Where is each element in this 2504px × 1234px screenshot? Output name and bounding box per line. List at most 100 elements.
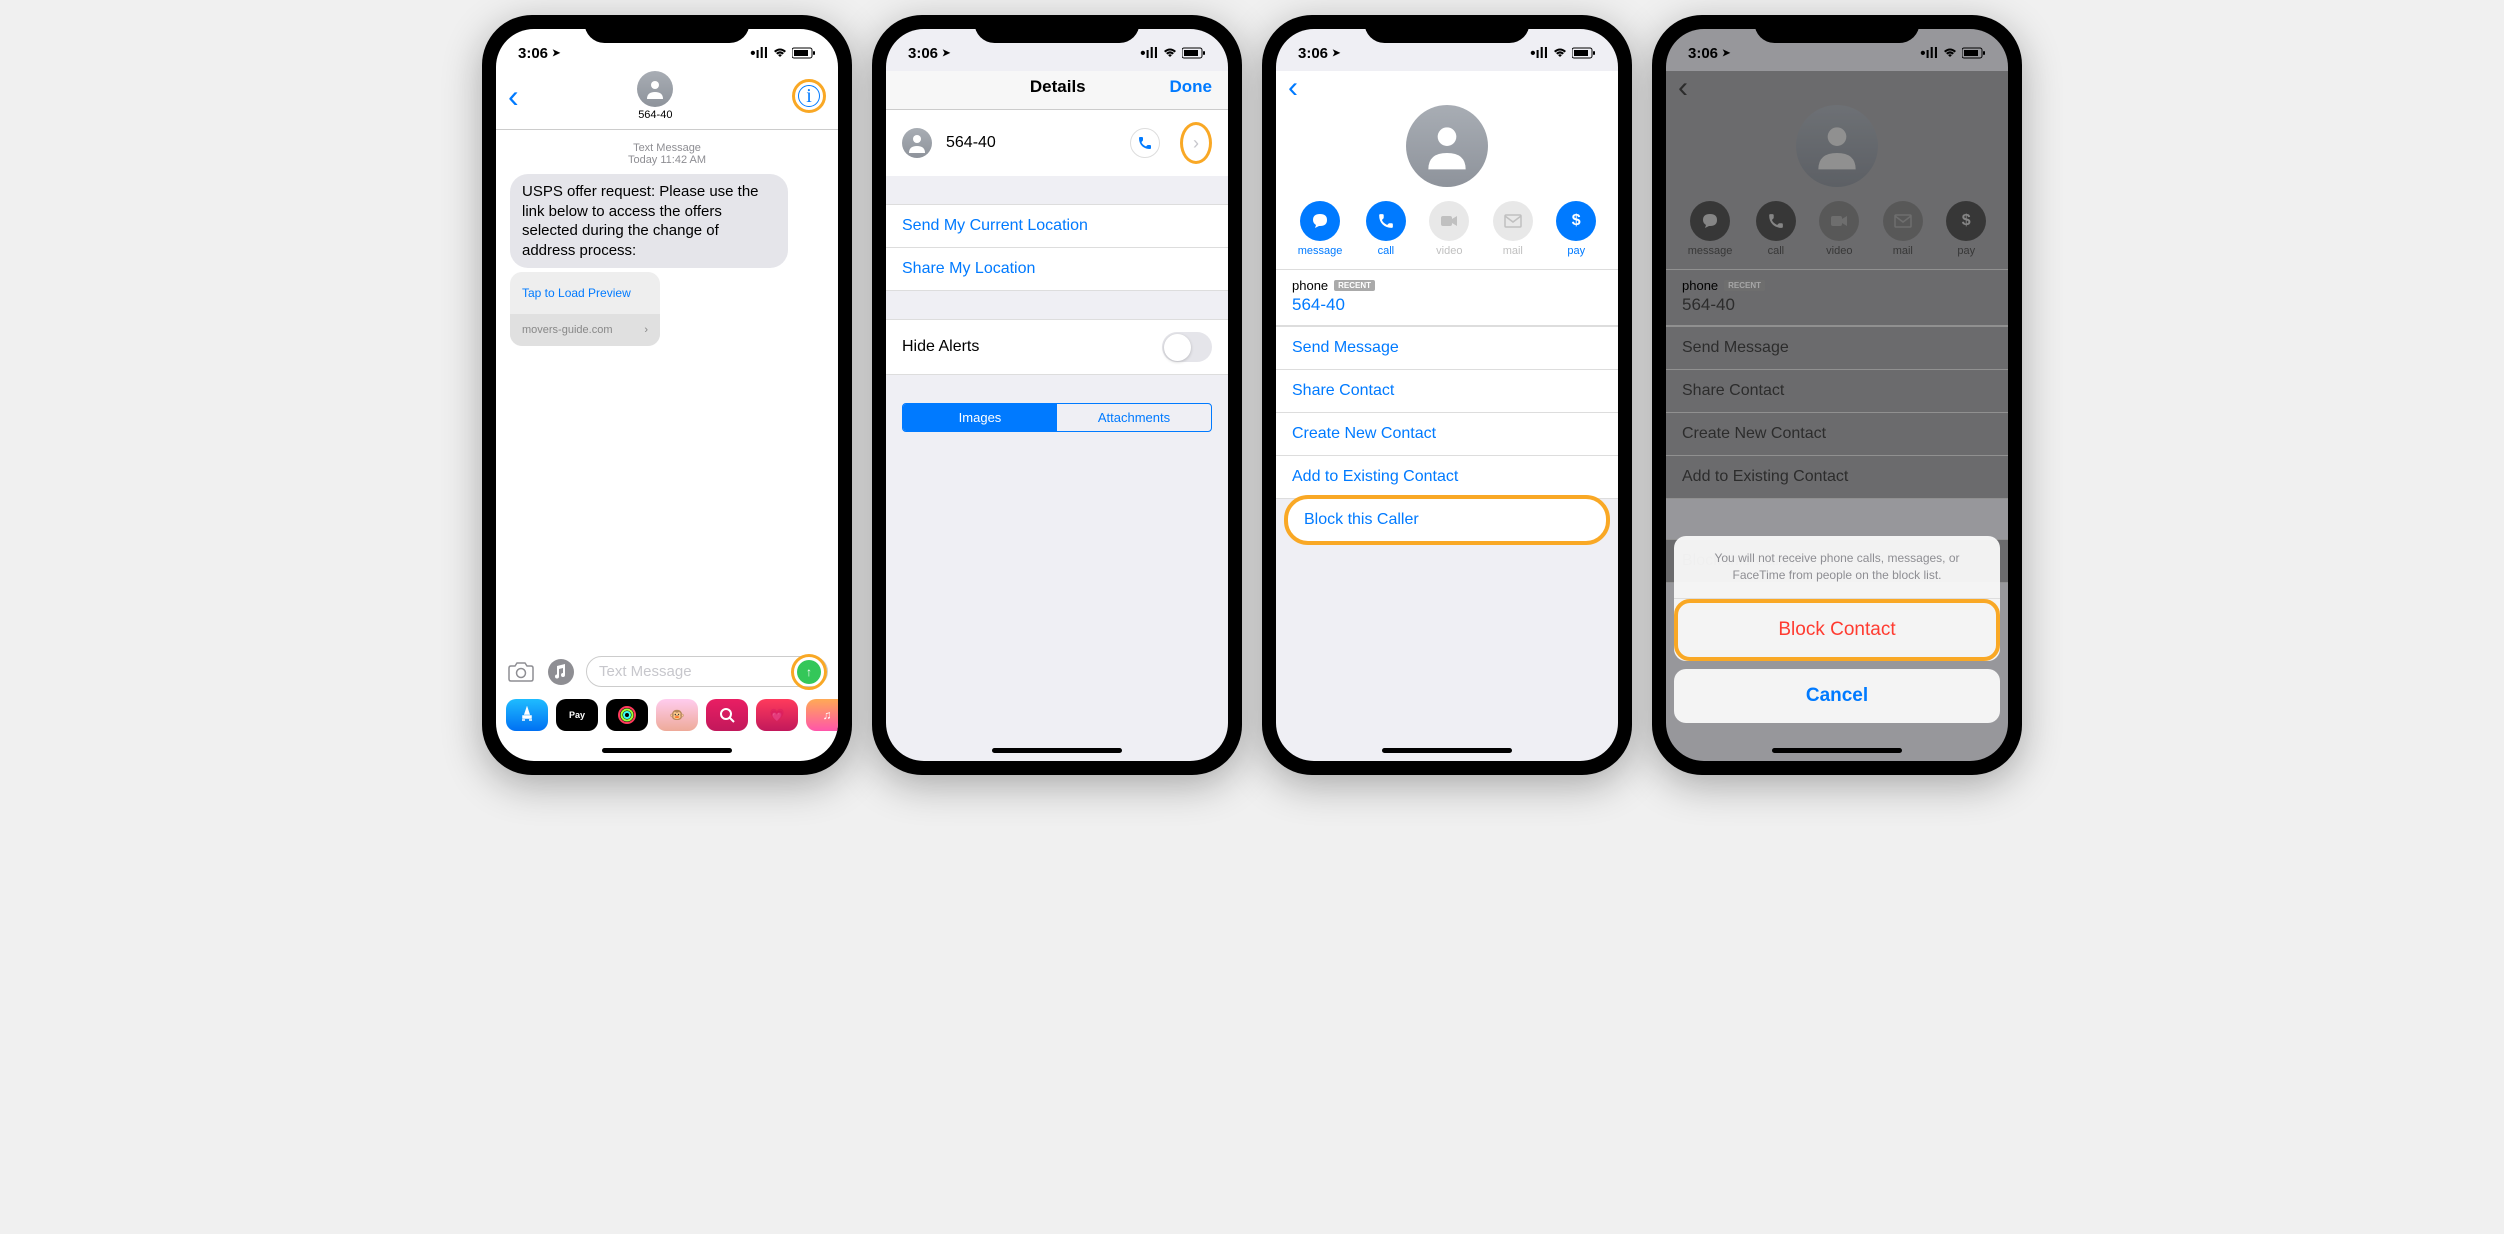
recent-badge: RECENT [1334, 280, 1375, 291]
create-contact-button[interactable]: Create New Contact [1276, 412, 1618, 455]
battery-icon [792, 47, 816, 59]
contact-avatar [902, 128, 932, 158]
hide-alerts-label: Hide Alerts [902, 338, 979, 356]
contact-name: 564-40 [946, 134, 1116, 152]
status-indicators: •ıll [750, 45, 816, 62]
camera-button[interactable] [506, 657, 536, 687]
action-sheet-screen: 3:06 ➤ •ıll ‹ message call video mail $pa… [1666, 29, 2008, 761]
hide-alerts-row: Hide Alerts [886, 320, 1228, 374]
status-indicators: •ıll [1530, 45, 1596, 62]
details-header: Details Done [886, 71, 1228, 110]
messages-screen: 3:06 ➤ •ıll ‹ 564-40 i Text Message Today… [496, 29, 838, 761]
segmented-control[interactable]: Images Attachments [902, 403, 1212, 432]
block-contact-button[interactable]: Block Contact [1678, 603, 1996, 657]
animoji-icon[interactable]: 🐵 [656, 699, 698, 731]
message-bubble[interactable]: USPS offer request: Please use the link … [510, 174, 788, 268]
notch [1755, 15, 1920, 43]
contact-avatar-large [1406, 105, 1488, 187]
images-tab[interactable]: Images [903, 404, 1057, 431]
mail-action: mail [1493, 201, 1533, 257]
music-app-icon[interactable]: ♫ [806, 699, 838, 731]
apple-pay-icon[interactable]: Pay [556, 699, 598, 731]
details-screen: 3:06 ➤ •ıll Details Done 564-40 › Send My… [886, 29, 1228, 761]
call-button[interactable] [1130, 128, 1160, 158]
status-time: 3:06 [518, 45, 548, 62]
wifi-icon [772, 47, 788, 59]
contact-number: 564-40 [638, 109, 672, 121]
battery-icon [1962, 47, 1986, 59]
battery-icon [1182, 47, 1206, 59]
details-title: Details [946, 77, 1170, 97]
preview-domain: movers-guide.com› [510, 314, 660, 346]
location-icon: ➤ [1332, 48, 1340, 59]
status-indicators: •ıll [1140, 45, 1206, 62]
status-indicators: •ıll [1920, 45, 1986, 62]
phone-section[interactable]: phone RECENT 564-40 [1276, 270, 1618, 326]
contact-screen: 3:06 ➤ •ıll ‹ message call video mail $pa… [1276, 29, 1618, 761]
attachments-tab[interactable]: Attachments [1057, 404, 1211, 431]
activity-icon[interactable] [606, 699, 648, 731]
share-location-button[interactable]: Share My Location [886, 248, 1228, 290]
home-indicator[interactable] [602, 748, 732, 753]
apps-button[interactable] [546, 657, 576, 687]
link-preview[interactable]: Tap to Load Preview movers-guide.com› [510, 272, 660, 346]
notch [975, 15, 1140, 43]
block-contact-highlight: Block Contact [1674, 599, 2000, 661]
message-footer: Text Message ↑ Pay 🐵 💗 ♫ [496, 650, 838, 761]
battery-icon [1572, 47, 1596, 59]
status-time: 3:06 [908, 45, 938, 62]
block-caller-button[interactable]: Block this Caller [1288, 499, 1606, 541]
messages-header: ‹ 564-40 i [496, 71, 838, 130]
add-existing-button[interactable]: Add to Existing Contact [1276, 455, 1618, 498]
search-app-icon[interactable] [706, 699, 748, 731]
back-button[interactable]: ‹ [508, 78, 519, 115]
share-contact-button[interactable]: Share Contact [1276, 369, 1618, 412]
action-sheet: You will not receive phone calls, messag… [1666, 536, 2008, 761]
message-timestamp: Text Message Today 11:42 AM [496, 142, 838, 166]
contact-actions: message call video mail $pay [1666, 201, 2008, 257]
contact-avatar[interactable] [637, 71, 673, 107]
send-location-button[interactable]: Send My Current Location [886, 205, 1228, 248]
disclosure-highlight: › [1180, 122, 1212, 164]
phone-4: 3:06 ➤ •ıll ‹ message call video mail $pa… [1652, 15, 2022, 775]
location-icon: ➤ [552, 48, 560, 59]
location-icon: ➤ [942, 48, 950, 59]
home-indicator[interactable] [1382, 748, 1512, 753]
contact-row[interactable]: 564-40 › [886, 110, 1228, 176]
notch [585, 15, 750, 43]
send-button[interactable]: ↑ [797, 660, 821, 684]
home-indicator[interactable] [992, 748, 1122, 753]
phone-number[interactable]: 564-40 [1292, 295, 1602, 315]
contact-actions: message call video mail $pay [1276, 201, 1618, 257]
status-time: 3:06 [1688, 45, 1718, 62]
heart-app-icon[interactable]: 💗 [756, 699, 798, 731]
phone-3: 3:06 ➤ •ıll ‹ message call video mail $pa… [1262, 15, 1632, 775]
phone-label: phone [1292, 278, 1328, 293]
send-message-button[interactable]: Send Message [1276, 326, 1618, 369]
app-store-icon[interactable] [506, 699, 548, 731]
tap-to-load[interactable]: Tap to Load Preview [510, 272, 660, 314]
info-button[interactable]: i [798, 85, 820, 107]
video-action: video [1429, 201, 1469, 257]
message-action[interactable]: message [1298, 201, 1343, 257]
location-icon: ➤ [1722, 48, 1730, 59]
done-button[interactable]: Done [1170, 77, 1213, 97]
phone-1: 3:06 ➤ •ıll ‹ 564-40 i Text Message Today… [482, 15, 852, 775]
block-caller-highlight: Block this Caller [1284, 495, 1610, 545]
wifi-icon [1942, 47, 1958, 59]
info-button-highlight: i [792, 79, 826, 113]
sheet-description: You will not receive phone calls, messag… [1674, 536, 2000, 599]
notch [1365, 15, 1530, 43]
back-button: ‹ [1666, 71, 2008, 105]
contact-avatar-large [1796, 105, 1878, 187]
pay-action[interactable]: $pay [1556, 201, 1596, 257]
wifi-icon [1552, 47, 1568, 59]
chevron-right-icon[interactable]: › [1193, 133, 1199, 154]
wifi-icon [1162, 47, 1178, 59]
phone-2: 3:06 ➤ •ıll Details Done 564-40 › Send My… [872, 15, 1242, 775]
call-action[interactable]: call [1366, 201, 1406, 257]
cancel-button[interactable]: Cancel [1674, 669, 2000, 723]
hide-alerts-toggle[interactable] [1162, 332, 1212, 362]
status-time: 3:06 [1298, 45, 1328, 62]
back-button[interactable]: ‹ [1276, 71, 1618, 105]
